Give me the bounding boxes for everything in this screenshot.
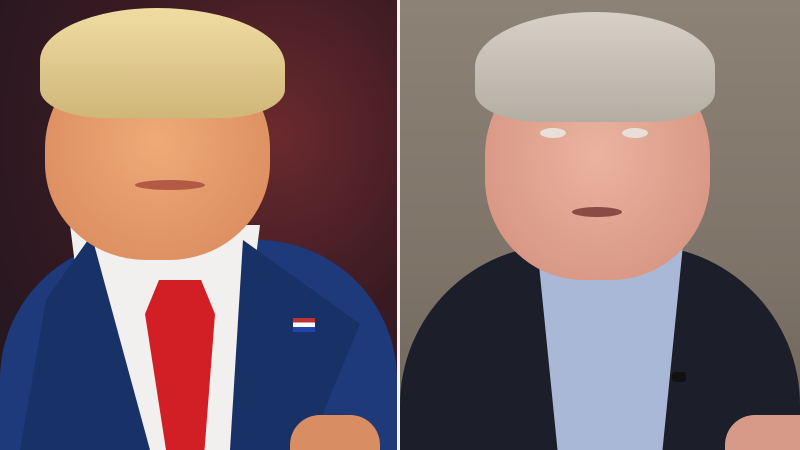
blond-hair [40,8,285,118]
lapel-microphone-icon [672,372,686,382]
eye [540,128,566,138]
gray-hair [475,12,715,122]
mouth [135,180,205,190]
eye [622,128,648,138]
image-stage [0,0,800,450]
mouth [572,207,622,217]
hand [290,415,380,450]
hand [725,415,800,450]
flag-pin-icon [293,318,315,332]
left-portrait-panel [0,0,397,450]
right-portrait-panel [400,0,800,450]
